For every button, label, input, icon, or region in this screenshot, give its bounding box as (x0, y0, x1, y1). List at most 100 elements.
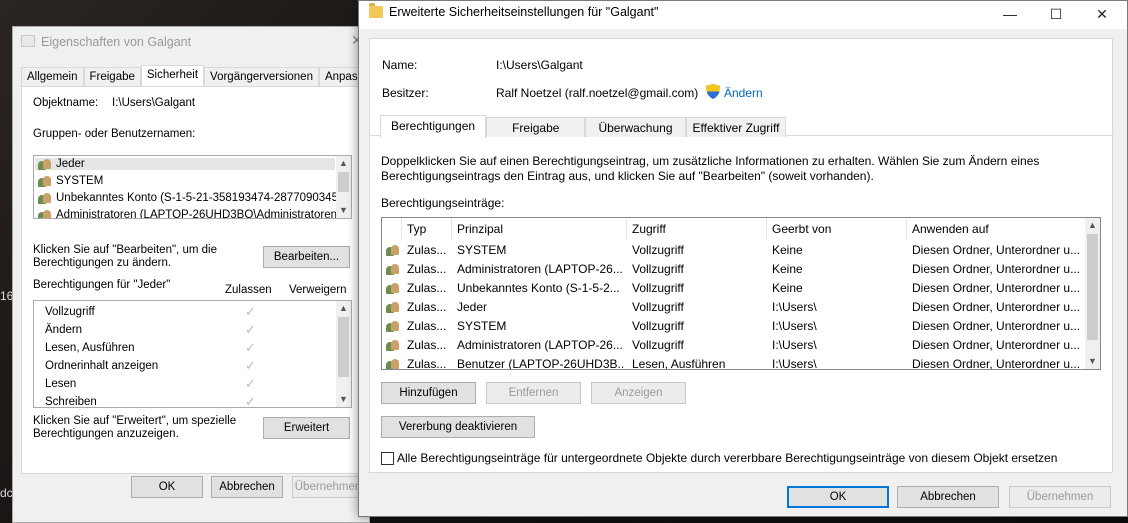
perms-for-label: Berechtigungen für "Jeder" (33, 279, 171, 291)
cell-anwenden: Diesen Ordner, Unterordner u... (912, 243, 1081, 257)
scrollbar[interactable]: ▲ ▼ (336, 301, 351, 407)
change-owner-link[interactable]: Ändern (724, 86, 763, 100)
cell-prinzipal: Administratoren (LAPTOP-26... (457, 262, 623, 276)
tab-allgemein[interactable]: Allgemein (21, 67, 84, 87)
cell-typ: Zulas... (407, 262, 447, 276)
info-text: Doppelklicken Sie auf einen Berechtigung… (381, 154, 1040, 168)
column-header-geerbt[interactable]: Geerbt von (767, 218, 907, 240)
shield-icon (706, 84, 720, 99)
cell-geerbt: I:\Users\ (772, 300, 817, 314)
column-header-zugriff[interactable]: Zugriff (627, 218, 767, 240)
tab-ueberwachung[interactable]: Überwachung (585, 117, 686, 137)
cell-anwenden: Diesen Ordner, Unterordner u... (912, 319, 1081, 333)
cell-zugriff: Vollzugriff (632, 262, 684, 276)
users-icon (38, 175, 52, 187)
cell-anwenden: Diesen Ordner, Unterordner u... (912, 338, 1081, 352)
permission-name: Ordnerinhalt anzeigen (45, 360, 159, 372)
cancel-button[interactable]: Abbrechen (211, 476, 283, 498)
apply-button[interactable]: Übernehmen (292, 476, 364, 498)
table-row[interactable]: Zulas... Unbekanntes Konto (S-1-5-2... V… (382, 279, 1087, 298)
users-listbox[interactable]: Jeder SYSTEM Unbekanntes Konto (S-1-5-21… (33, 155, 352, 219)
check-icon: ✓ (245, 358, 256, 373)
list-item[interactable]: Unbekanntes Konto (S-1-5-21-358193474-28… (38, 192, 351, 204)
tab-effektiver-zugriff[interactable]: Effektiver Zugriff (685, 117, 787, 137)
scroll-up-icon[interactable]: ▲ (336, 156, 351, 171)
tab-vorgaengerversionen[interactable]: Vorgängerversionen (204, 67, 319, 87)
close-icon[interactable]: ✕ (1079, 1, 1125, 29)
remove-button[interactable]: Entfernen (486, 382, 581, 404)
permission-tabs: Berechtigungen Freigabe Überwachung Effe… (380, 115, 787, 138)
users-icon (386, 301, 400, 313)
cell-geerbt: I:\Users\ (772, 319, 817, 333)
cell-zugriff: Lesen, Ausführen (632, 357, 726, 370)
edit-button[interactable]: Bearbeiten... (263, 246, 350, 268)
cell-anwenden: Diesen Ordner, Unterordner u... (912, 300, 1081, 314)
tab-freigabe[interactable]: Freigabe (486, 117, 586, 137)
table-row[interactable]: Zulas... Administratoren (LAPTOP-26... V… (382, 336, 1087, 355)
disable-inheritance-button[interactable]: Vererbung deaktivieren (381, 416, 535, 438)
permission-entries-table[interactable]: Typ Prinzipal Zugriff Geerbt von Anwende… (381, 217, 1101, 370)
table-row[interactable]: Zulas... SYSTEM Vollzugriff I:\Users\ Di… (382, 317, 1087, 336)
cell-anwenden: Diesen Ordner, Unterordner u... (912, 262, 1081, 276)
list-item[interactable]: Administratoren (LAPTOP-26UHD3BO\Adminis… (38, 209, 341, 218)
table-row[interactable]: Zulas... Benutzer (LAPTOP-26UHD3B... Les… (382, 355, 1087, 370)
ok-button[interactable]: OK (787, 486, 889, 508)
unknown-user-icon (386, 282, 400, 294)
list-item[interactable]: SYSTEM (38, 175, 103, 187)
replace-child-permissions-checkbox[interactable] (381, 452, 394, 465)
permissions-listbox[interactable]: Vollzugriff Ändern Lesen, Ausführen Ordn… (33, 300, 352, 408)
advanced-button[interactable]: Erweitert (263, 417, 350, 439)
cell-zugriff: Vollzugriff (632, 243, 684, 257)
scroll-thumb[interactable] (1087, 234, 1098, 340)
scroll-thumb[interactable] (338, 317, 349, 377)
table-row[interactable]: Zulas... Administratoren (LAPTOP-26... V… (382, 260, 1087, 279)
title-bar: Erweiterte Sicherheitseinstellungen für … (359, 1, 1127, 29)
advanced-security-window: Erweiterte Sicherheitseinstellungen für … (358, 0, 1128, 517)
tab-freigabe[interactable]: Freigabe (83, 67, 141, 87)
info-text: Berechtigungseintrags den Eintrag aus, u… (381, 169, 874, 183)
apply-button[interactable]: Übernehmen (1009, 486, 1111, 508)
users-icon (386, 358, 400, 369)
scroll-up-icon[interactable]: ▲ (336, 301, 351, 316)
scroll-up-icon[interactable]: ▲ (1085, 218, 1100, 233)
users-icon (38, 158, 52, 170)
advanced-hint: Klicken Sie auf "Erweitert", um speziell… (33, 415, 237, 440)
cell-geerbt: Keine (772, 262, 803, 276)
cancel-button[interactable]: Abbrechen (897, 486, 999, 508)
users-icon (386, 339, 400, 351)
users-icon (386, 244, 400, 256)
column-header-anwenden[interactable]: Anwenden auf (907, 218, 1087, 240)
properties-window-title: Eigenschaften von Galgant (41, 35, 192, 49)
column-header-prinzipal[interactable]: Prinzipal (452, 218, 627, 240)
view-button[interactable]: Anzeigen (591, 382, 686, 404)
ok-button[interactable]: OK (131, 476, 203, 498)
cell-geerbt: I:\Users\ (772, 338, 817, 352)
tab-sicherheit[interactable]: Sicherheit (140, 65, 205, 87)
scroll-thumb[interactable] (338, 172, 349, 192)
security-body: Name: I:\Users\Galgant Besitzer: Ralf No… (369, 38, 1114, 473)
check-icon: ✓ (245, 394, 256, 408)
permission-name: Lesen (45, 378, 77, 390)
tab-berechtigungen[interactable]: Berechtigungen (380, 115, 487, 138)
permission-name: Vollzugriff (45, 306, 95, 318)
list-item[interactable]: Jeder (35, 158, 335, 170)
cell-anwenden: Diesen Ordner, Unterordner u... (912, 281, 1081, 295)
scroll-down-icon[interactable]: ▼ (336, 203, 351, 218)
scroll-down-icon[interactable]: ▼ (1085, 354, 1100, 369)
check-icon: ✓ (245, 340, 256, 355)
cell-geerbt: Keine (772, 281, 803, 295)
column-header-icon[interactable] (382, 218, 402, 240)
scrollbar[interactable]: ▲ ▼ (336, 156, 351, 218)
users-icon (386, 320, 400, 332)
scrollbar[interactable]: ▲ ▼ (1085, 218, 1100, 369)
table-row[interactable]: Zulas... Jeder Vollzugriff I:\Users\ Die… (382, 298, 1087, 317)
maximize-icon[interactable]: ☐ (1033, 1, 1079, 29)
column-header-typ[interactable]: Typ (402, 218, 452, 240)
background-text: dc (0, 486, 13, 500)
cell-typ: Zulas... (407, 357, 447, 370)
minimize-icon[interactable]: — (987, 1, 1033, 29)
add-button[interactable]: Hinzufügen (381, 382, 476, 404)
table-row[interactable]: Zulas... SYSTEM Vollzugriff Keine Diesen… (382, 241, 1087, 260)
users-icon (386, 263, 400, 275)
scroll-down-icon[interactable]: ▼ (336, 392, 351, 407)
